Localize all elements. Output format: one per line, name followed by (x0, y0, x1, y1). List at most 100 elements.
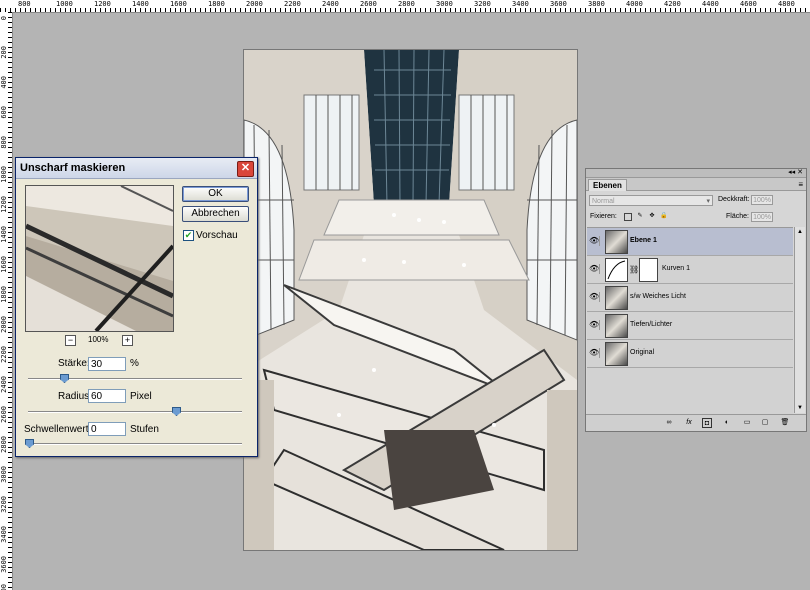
zoom-level: 100% (88, 335, 109, 344)
layer-row-tiefen-lichter[interactable]: 👁 Tiefen/Lichter (587, 312, 793, 340)
fill-label: Fläche: (726, 213, 749, 220)
document-canvas[interactable] (244, 50, 577, 550)
threshold-slider-thumb[interactable] (25, 439, 34, 448)
new-layer-icon[interactable]: ▢ (760, 418, 770, 428)
ruler-label: 200 (0, 46, 8, 59)
layer-thumbnail (605, 314, 628, 338)
ruler-label: 4600 (740, 0, 757, 8)
ruler-label: 3000 (0, 466, 8, 483)
scroll-up-icon[interactable]: ▲ (795, 227, 805, 237)
layers-scrollbar[interactable]: ▲ ▼ (794, 227, 805, 413)
ruler-label: 1200 (94, 0, 111, 8)
layer-mask-thumbnail[interactable] (639, 258, 658, 282)
ruler-label: 1800 (208, 0, 225, 8)
adjustment-icon[interactable]: ◐ (722, 418, 732, 428)
mask-icon[interactable]: ◘ (702, 418, 712, 428)
eye-icon[interactable]: 👁 (589, 292, 600, 302)
ruler-label: 3200 (0, 496, 8, 513)
panel-menu-icon[interactable]: ≡ (798, 180, 803, 189)
atrium-photo (244, 50, 577, 550)
layer-name: Kurven 1 (662, 265, 691, 272)
panel-tabbar: Ebenen ≡ (586, 178, 806, 191)
eye-icon[interactable]: 👁 (589, 348, 600, 358)
curve-glyph (607, 260, 626, 280)
layer-row-kurven-1[interactable]: 👁 ⛓ Kurven 1 (587, 256, 793, 284)
blend-mode-select[interactable]: Normal ▾ (589, 195, 713, 206)
ruler-ticks (0, 8, 810, 12)
ruler-label: 1600 (0, 256, 8, 273)
ruler-label: 3800 (588, 0, 605, 8)
checkmark-icon[interactable]: ✔ (183, 230, 194, 241)
amount-input[interactable]: 30 (88, 357, 126, 371)
lock-transparency-icon[interactable] (624, 213, 632, 221)
ruler-label: 2200 (284, 0, 301, 8)
group-icon[interactable]: ▭ (742, 418, 752, 428)
ruler-label: 1800 (0, 286, 8, 303)
lock-all-icon[interactable]: 🔒 (660, 213, 668, 221)
close-icon[interactable]: ✕ (237, 161, 254, 177)
link-icon[interactable]: ∞ (664, 418, 674, 428)
threshold-slider[interactable] (28, 443, 242, 445)
cancel-button[interactable]: Abbrechen (182, 206, 249, 222)
lock-paint-icon[interactable]: ✎ (636, 213, 644, 221)
ruler-label: 1600 (170, 0, 187, 8)
layer-thumbnail (605, 286, 628, 310)
ruler-label: 1000 (0, 166, 8, 183)
zoom-in-button[interactable]: + (122, 335, 133, 346)
fx-icon[interactable]: fx (684, 418, 694, 428)
ruler-label: 2400 (0, 376, 8, 393)
layers-panel: ◂◂ ✕ Ebenen ≡ Normal ▾ Deckkraft: 100% F… (585, 168, 807, 432)
ruler-label: 3600 (0, 556, 8, 573)
ruler-label: 3400 (0, 526, 8, 543)
layer-row-original[interactable]: 👁 Original (587, 340, 793, 368)
threshold-unit: Stufen (130, 424, 159, 435)
layers-list: 👁 Ebene 1 👁 ⛓ Kurven 1 👁 s/w Weiches Lic… (587, 227, 793, 414)
curves-adjustment-icon (605, 258, 628, 282)
panel-collapse-bar[interactable]: ◂◂ ✕ (586, 169, 806, 178)
filter-preview[interactable] (25, 185, 174, 332)
layer-row-sw-weiches-licht[interactable]: 👁 s/w Weiches Licht (587, 284, 793, 312)
amount-slider-thumb[interactable] (60, 374, 69, 383)
trash-icon[interactable]: 🗑 (780, 418, 790, 428)
ruler-label: 1400 (0, 226, 8, 243)
radius-unit: Pixel (130, 391, 152, 402)
layer-thumbnail (605, 230, 628, 254)
ruler-label: 1400 (132, 0, 149, 8)
lock-move-icon[interactable]: ✥ (648, 213, 656, 221)
ruler-label: 3600 (550, 0, 567, 8)
ruler-label: 2200 (0, 346, 8, 363)
radius-input[interactable]: 60 (88, 389, 126, 403)
tab-layers[interactable]: Ebenen (588, 179, 627, 191)
ruler-label: 3000 (436, 0, 453, 8)
layer-row-ebene-1[interactable]: 👁 Ebene 1 (587, 228, 793, 256)
threshold-label: Schwellenwert: (24, 424, 92, 435)
threshold-input[interactable]: 0 (88, 422, 126, 436)
ruler-label: 4800 (778, 0, 795, 8)
layer-name: s/w Weiches Licht (630, 293, 686, 300)
radius-slider[interactable] (28, 411, 242, 413)
ruler-label: 600 (0, 106, 8, 119)
ruler-label: 800 (18, 0, 31, 8)
scroll-down-icon[interactable]: ▼ (795, 403, 805, 413)
ruler-label: 2600 (0, 406, 8, 423)
ruler-label: 0 (0, 16, 8, 21)
ruler-label: 1000 (56, 0, 73, 8)
ruler-label: 2800 (0, 436, 8, 453)
fill-input[interactable]: 100% (751, 212, 773, 222)
layer-name: Tiefen/Lichter (630, 321, 673, 328)
eye-icon[interactable]: 👁 (589, 264, 600, 274)
eye-icon[interactable]: 👁 (589, 236, 600, 246)
vertical-ruler: 0 200 400 600 800 1000 1200 1400 1600 18… (0, 12, 13, 590)
ok-button[interactable]: OK (182, 186, 249, 202)
dialog-title: Unscharf maskieren (16, 158, 257, 179)
zoom-out-button[interactable]: − (65, 335, 76, 346)
ruler-label: 2000 (246, 0, 263, 8)
unsharp-mask-dialog: Unscharf maskieren ✕ − 100% + OK Abbrech… (15, 157, 258, 457)
chain-link-icon[interactable]: ⛓ (629, 265, 639, 274)
opacity-input[interactable]: 100% (751, 195, 773, 205)
preview-checkbox[interactable]: ✔ Vorschau (183, 230, 238, 241)
ruler-label: 2000 (0, 316, 8, 333)
eye-icon[interactable]: 👁 (589, 320, 600, 330)
ruler-label: 4000 (626, 0, 643, 8)
radius-slider-thumb[interactable] (172, 407, 181, 416)
